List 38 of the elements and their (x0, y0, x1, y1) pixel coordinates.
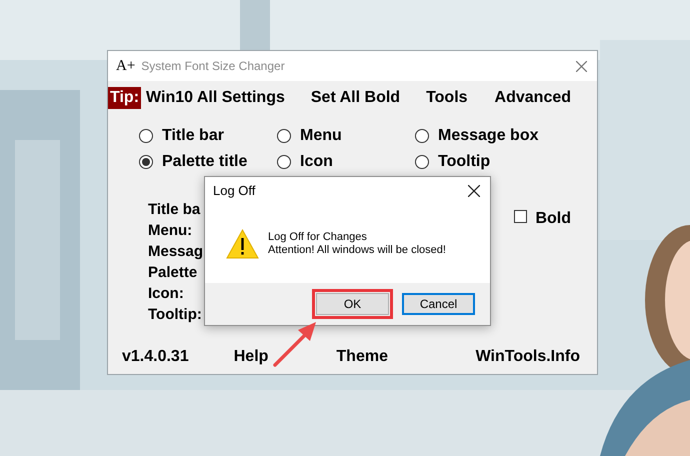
menu-item[interactable]: Win10 All Settings (146, 86, 285, 110)
radio-label: Menu (300, 126, 342, 146)
footer-link[interactable]: Help (234, 345, 268, 369)
tip-label: Tip: (108, 87, 142, 109)
radio-label: Icon (300, 152, 333, 172)
radio-button[interactable] (415, 155, 429, 169)
font-setting-label: Menu: (148, 221, 194, 241)
bold-checkbox[interactable] (514, 210, 528, 223)
dialog-button[interactable]: Cancel (402, 293, 475, 315)
radio-label: Tooltip (438, 152, 490, 172)
font-setting-label: Palette (148, 263, 198, 283)
message-text: Attention! All windows will be closed! (268, 244, 446, 257)
app-logo: A+ (116, 56, 136, 76)
font-setting-label: Icon: (148, 284, 185, 304)
font-setting-label: Tooltip: (148, 305, 203, 325)
radio-button[interactable] (139, 129, 153, 143)
radio-button[interactable] (277, 155, 291, 169)
dialog-button[interactable]: OK (316, 293, 389, 315)
footer-link[interactable]: WinTools.Info (476, 345, 580, 369)
menu-item[interactable]: Tools (426, 86, 468, 110)
footer-link[interactable]: Theme (336, 345, 388, 369)
menu-item[interactable]: Advanced (494, 86, 572, 110)
radio-button[interactable] (277, 129, 291, 143)
radio-label: Title bar (162, 126, 224, 146)
radio-label: Palette title (162, 152, 248, 172)
radio-label: Message box (438, 126, 538, 146)
close-icon[interactable] (468, 185, 480, 197)
menu-item[interactable]: Set All Bold (310, 86, 400, 110)
checkbox-label: Bold (535, 209, 571, 229)
warning-icon (226, 229, 259, 259)
footer-link[interactable]: v1.4.0.31 (122, 345, 189, 369)
radio-button[interactable] (139, 155, 153, 169)
font-setting-label: Messag (148, 242, 204, 262)
dialog-title: Log Off (213, 182, 256, 200)
radio-button[interactable] (415, 129, 429, 143)
window-title: System Font Size Changer (141, 58, 285, 75)
message-text: Log Off for Changes (268, 231, 368, 244)
font-setting-label: Title ba (148, 200, 202, 220)
